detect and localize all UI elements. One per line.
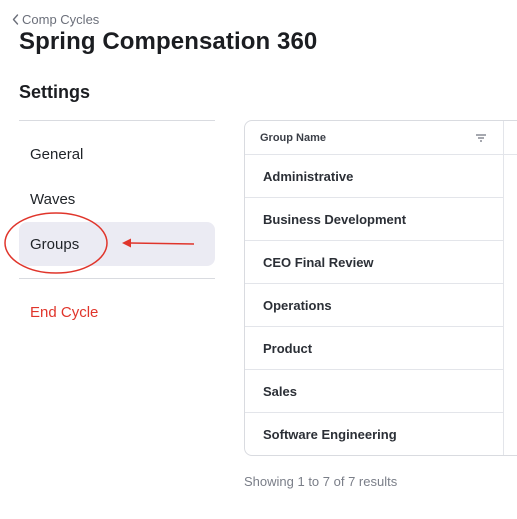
table-row[interactable]: Operations (245, 284, 517, 327)
nav-item-label: Waves (30, 190, 76, 208)
divider-bottom (19, 278, 215, 279)
breadcrumb[interactable]: Comp Cycles (10, 12, 99, 27)
chevron-left-icon (10, 14, 20, 26)
pagination-summary: Showing 1 to 7 of 7 results (244, 474, 398, 489)
nav-item-general[interactable]: General (19, 132, 215, 176)
table-row[interactable]: Business Development (245, 198, 517, 241)
group-name: CEO Final Review (263, 255, 374, 270)
nav-item-label: General (30, 145, 84, 163)
table-row[interactable]: Administrative (245, 155, 517, 198)
group-name: Sales (263, 384, 297, 399)
table-row[interactable]: Product (245, 327, 517, 370)
end-cycle-button[interactable]: End Cycle (19, 290, 215, 334)
group-name: Product (263, 341, 313, 356)
page-title: Spring Compensation 360 (19, 28, 318, 55)
nav-item-label: Groups (30, 235, 80, 253)
divider-top (19, 120, 215, 121)
groups-table: Group Name Administrative Business Devel… (244, 120, 517, 456)
nav-item-waves[interactable]: Waves (19, 177, 215, 221)
settings-heading: Settings (19, 82, 91, 102)
nav-item-groups[interactable]: Groups (19, 222, 215, 266)
table-row[interactable]: Software Engineering (245, 413, 517, 455)
group-name: Business Development (263, 212, 407, 227)
table-row[interactable]: Sales (245, 370, 517, 413)
group-name: Administrative (263, 169, 354, 184)
page: Comp Cycles Spring Compensation 360 Sett… (0, 0, 517, 519)
group-name: Operations (263, 298, 332, 313)
table-row[interactable]: CEO Final Review (245, 241, 517, 284)
table-header: Group Name (245, 121, 517, 155)
end-cycle-label: End Cycle (30, 303, 99, 321)
column-header-group-name[interactable]: Group Name (260, 132, 326, 144)
breadcrumb-label[interactable]: Comp Cycles (22, 12, 99, 27)
group-name: Software Engineering (263, 427, 397, 442)
filter-icon[interactable] (475, 132, 487, 144)
